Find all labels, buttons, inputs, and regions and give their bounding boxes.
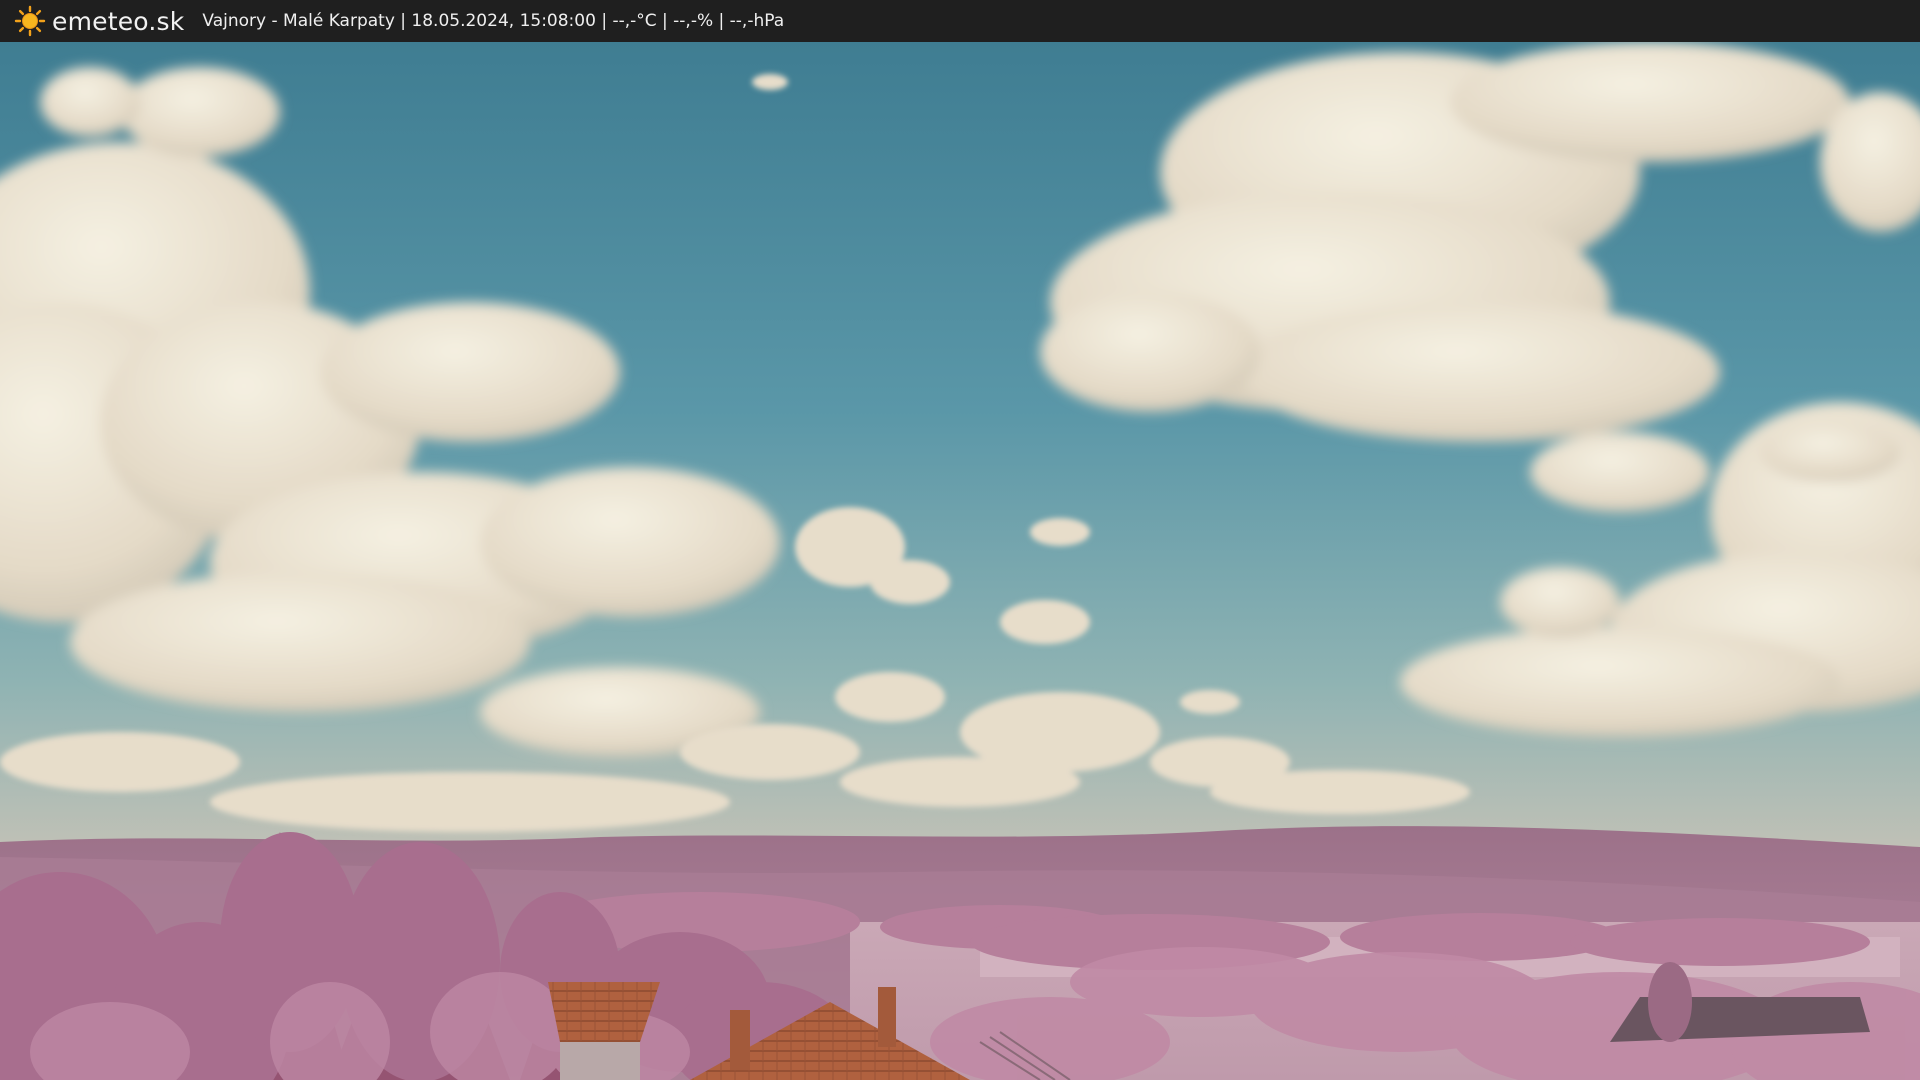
webcam-viewer: emeteo.sk Vajnory - Malé Karpaty | 18.05…	[0, 0, 1920, 1080]
brand-name: emeteo.sk	[52, 6, 185, 36]
webcam-image	[0, 42, 1920, 1080]
header-bar: emeteo.sk Vajnory - Malé Karpaty | 18.05…	[0, 0, 1920, 42]
station-caption: Vajnory - Malé Karpaty | 18.05.2024, 15:…	[202, 11, 785, 31]
brand-logo[interactable]: emeteo.sk	[14, 0, 184, 42]
sun-icon	[14, 5, 46, 37]
